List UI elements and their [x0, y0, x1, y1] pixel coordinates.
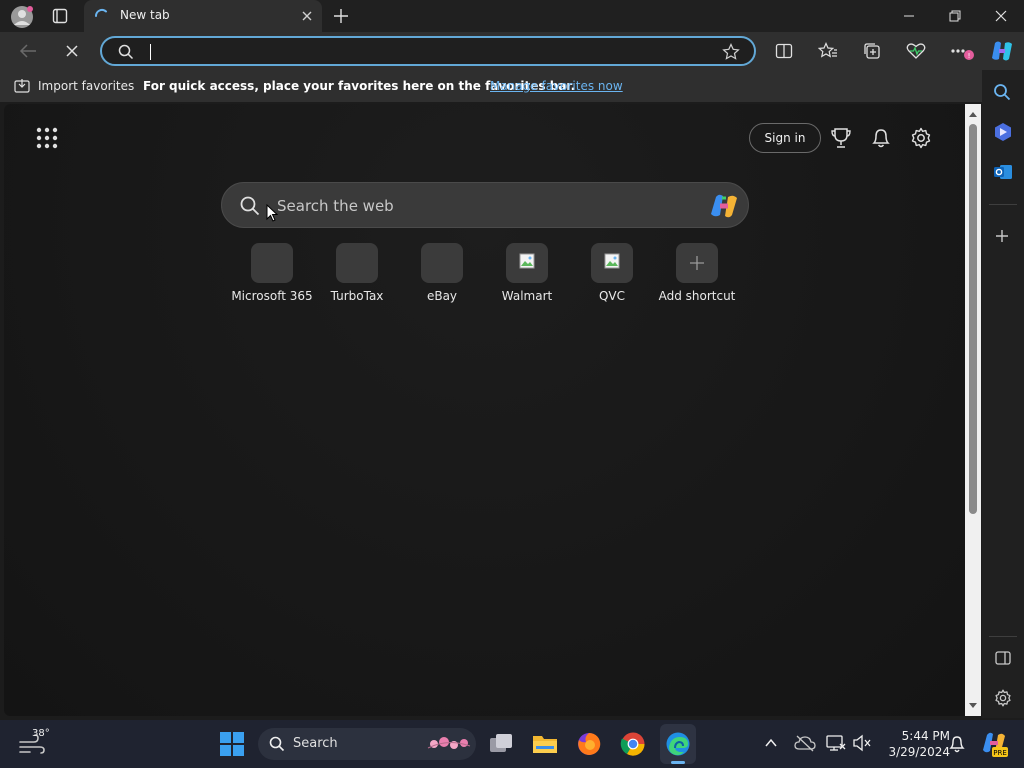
manage-favorites-link[interactable]: Manage favorites now: [490, 79, 623, 93]
shortcut-qvc[interactable]: QVC: [570, 243, 654, 309]
web-search-box[interactable]: Search the web: [221, 182, 749, 228]
firefox-icon[interactable]: [576, 731, 602, 757]
onedrive-offline-icon[interactable]: [794, 734, 816, 752]
search-placeholder: Search the web: [277, 197, 394, 215]
title-bar: New tab: [0, 0, 1024, 32]
taskbar-clock[interactable]: 5:44 PM 3/29/2024: [876, 728, 950, 760]
shortcut-tile: [591, 243, 633, 283]
rewards-trophy-icon[interactable]: [830, 127, 852, 149]
search-highlight-blossom-icon: [424, 734, 472, 754]
stop-loading-icon[interactable]: [58, 41, 86, 61]
new-tab-page: Sign in Search the web Microsoft 365 Tur…: [4, 104, 965, 716]
page-scrollbar[interactable]: [965, 104, 981, 716]
sidebar-search-icon[interactable]: [993, 83, 1011, 101]
sidebar-divider: [989, 204, 1017, 205]
taskbar-search-box[interactable]: Search: [258, 728, 476, 760]
back-icon[interactable]: [14, 41, 42, 61]
edge-browser-icon: [665, 731, 691, 757]
star-favorite-icon[interactable]: [722, 43, 740, 61]
chrome-icon[interactable]: [620, 731, 646, 757]
clock-date: 3/29/2024: [888, 745, 950, 759]
shortcut-walmart[interactable]: Walmart: [485, 243, 569, 309]
search-icon: [240, 196, 260, 216]
app-launcher-icon[interactable]: [36, 127, 58, 149]
taskbar-search-label: Search: [293, 736, 338, 751]
hide-sidebar-icon[interactable]: [995, 651, 1011, 665]
search-icon: [118, 44, 134, 60]
toolbar: !: [0, 32, 1024, 70]
clock-time: 5:44 PM: [901, 729, 950, 743]
file-explorer-icon[interactable]: [532, 732, 558, 756]
tab-title: New tab: [120, 8, 170, 22]
active-app-indicator: [671, 761, 685, 764]
favorites-icon[interactable]: [816, 41, 840, 61]
browser-essentials-icon[interactable]: [904, 41, 928, 61]
windows-start-icon[interactable]: [220, 732, 244, 756]
minimize-button[interactable]: [886, 0, 932, 32]
sidebar-copilot-icon[interactable]: [993, 122, 1013, 142]
import-icon: [14, 78, 32, 94]
add-shortcut-button[interactable]: Add shortcut: [655, 243, 739, 309]
shortcut-microsoft-365[interactable]: Microsoft 365: [230, 243, 314, 309]
close-tab-icon[interactable]: [300, 9, 314, 23]
shortcut-label: Add shortcut: [658, 289, 736, 303]
loading-spinner-icon: [94, 8, 110, 24]
address-bar[interactable]: [100, 36, 756, 66]
broken-image-icon: [519, 253, 535, 269]
plus-icon: [689, 255, 705, 271]
sign-in-button[interactable]: Sign in: [749, 123, 821, 153]
notifications-bell-icon[interactable]: [948, 734, 966, 754]
shortcut-turbotax[interactable]: TurboTax: [315, 243, 399, 309]
sidebar-add-icon[interactable]: [995, 229, 1009, 243]
volume-muted-icon[interactable]: [852, 734, 872, 752]
split-screen-icon[interactable]: [772, 41, 796, 61]
network-monitor-icon[interactable]: [826, 734, 846, 752]
shortcut-ebay[interactable]: eBay: [400, 243, 484, 309]
import-favorites-button[interactable]: Import favorites: [38, 79, 134, 93]
search-icon: [269, 736, 285, 752]
collections-icon[interactable]: [860, 41, 884, 61]
shortcut-tile: [506, 243, 548, 283]
copilot-preview-icon[interactable]: PRE: [980, 730, 1008, 758]
broken-image-icon: [604, 253, 620, 269]
scroll-down-arrow-icon[interactable]: [968, 702, 978, 710]
favorites-bar: Import favorites For quick access, place…: [0, 70, 1024, 102]
shortcut-tile: [676, 243, 718, 283]
show-hidden-icons-chevron-icon[interactable]: [764, 736, 778, 750]
settings-more-icon[interactable]: !: [948, 41, 976, 61]
tab-actions-icon[interactable]: [52, 8, 68, 24]
edge-taskbar-button[interactable]: [660, 724, 696, 764]
shortcut-tile: [336, 243, 378, 283]
weather-temperature: 38°: [32, 728, 50, 739]
svg-text:!: !: [968, 52, 971, 60]
profile-avatar-icon[interactable]: [10, 5, 34, 29]
copilot-icon[interactable]: [988, 39, 1016, 63]
sidebar-outlook-icon[interactable]: [993, 162, 1013, 182]
windows-taskbar: 38° Search 5:44 PM 3/29/2024 PRE: [0, 720, 1024, 768]
copilot-icon[interactable]: [708, 192, 740, 220]
new-tab-icon[interactable]: [332, 7, 350, 25]
page-settings-gear-icon[interactable]: [910, 127, 932, 149]
notifications-bell-icon[interactable]: [870, 127, 892, 149]
edge-sidebar: [982, 70, 1024, 718]
task-view-icon[interactable]: [488, 732, 514, 756]
svg-text:PRE: PRE: [993, 749, 1007, 757]
tab-new-tab[interactable]: New tab: [84, 0, 322, 32]
scroll-thumb[interactable]: [969, 124, 977, 514]
sidebar-settings-gear-icon[interactable]: [994, 689, 1012, 707]
address-input[interactable]: [146, 43, 706, 61]
close-window-button[interactable]: [978, 0, 1024, 32]
sidebar-divider: [989, 636, 1017, 637]
scroll-up-arrow-icon[interactable]: [968, 110, 978, 118]
shortcut-tile: [251, 243, 293, 283]
shortcut-tile: [421, 243, 463, 283]
mouse-cursor-icon: [266, 204, 278, 222]
restore-button[interactable]: [932, 0, 978, 32]
